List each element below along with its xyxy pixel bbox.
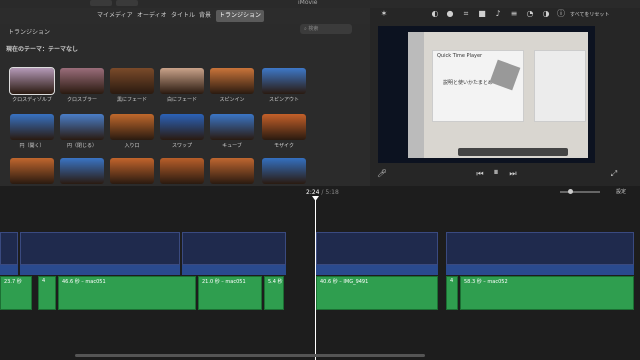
audio-clip-label: 46.6 秒 – mac051 <box>62 279 106 285</box>
video-clip[interactable] <box>446 232 634 265</box>
clip-bar <box>446 265 634 275</box>
slide-page: Quick Time Player 説明と使いかたまとめ <box>432 50 524 122</box>
crop-icon[interactable]: ⌗ <box>462 10 470 18</box>
slide-title: Quick Time Player <box>437 53 483 59</box>
transition-thumbnail[interactable] <box>210 158 254 184</box>
audio-clip[interactable]: 4 <box>446 276 458 310</box>
audio-clip[interactable]: 58.3 秒 – mac052 <box>460 276 634 310</box>
microphone-icon[interactable]: 🎤︎ <box>377 170 387 178</box>
stabilization-icon[interactable]: ■ <box>478 10 486 18</box>
skip-forward-icon[interactable]: ⏭︎ <box>509 170 517 178</box>
inspector-panel <box>534 50 586 122</box>
transition-thumbnail[interactable] <box>60 158 104 184</box>
theme-label: 現在のテーマ：テーマなし <box>6 46 79 53</box>
color-balance-icon[interactable]: ◐ <box>431 10 439 18</box>
transition-label: スピンイン <box>219 97 245 103</box>
transition-label: モザイク <box>274 143 294 149</box>
transition-thumbnail[interactable] <box>262 68 306 94</box>
current-time: 2:24 <box>306 189 320 196</box>
tab-audio[interactable]: オーディオ <box>134 10 170 22</box>
audio-clip[interactable]: 4 <box>38 276 56 310</box>
video-preview: Quick Time Player 説明と使いかたまとめ <box>378 26 595 163</box>
audio-clip[interactable]: 23.7 秒 <box>0 276 32 310</box>
transition-thumbnail[interactable] <box>110 114 154 140</box>
video-clip[interactable] <box>20 232 180 265</box>
slide-text: 説明と使いかたまとめ <box>443 80 493 86</box>
volume-icon[interactable]: ♪ <box>494 10 502 18</box>
transition-thumbnail[interactable] <box>10 158 54 184</box>
search-placeholder: 検索 <box>308 26 319 32</box>
video-clip[interactable] <box>316 232 438 265</box>
playhead[interactable] <box>315 198 316 360</box>
media-tabs: マイメディア オーディオ タイトル 背景 トランジション <box>0 8 370 25</box>
laptop-image <box>489 59 521 91</box>
transition-thumbnail[interactable] <box>110 68 154 94</box>
audio-clip[interactable]: 21.0 秒 – mac051 <box>198 276 262 310</box>
transition-thumbnail[interactable] <box>60 68 104 94</box>
tab-backgrounds[interactable]: 背景 <box>196 10 214 22</box>
reset-all-button[interactable]: すべてをリセット <box>570 11 609 18</box>
audio-clip[interactable]: 40.6 秒 – IMG_9491 <box>316 276 438 310</box>
zoom-slider-knob[interactable] <box>568 189 573 194</box>
info-icon[interactable]: ⓘ <box>557 10 565 18</box>
transition-thumbnail[interactable] <box>160 68 204 94</box>
transition-thumbnail[interactable] <box>160 114 204 140</box>
toolbar-button[interactable] <box>116 0 138 6</box>
audio-clip-label: 5.4 秒 <box>268 279 283 285</box>
transition-label: キューブ <box>222 143 242 149</box>
transition-thumbnail[interactable] <box>110 158 154 184</box>
transition-thumbnail[interactable] <box>10 114 54 140</box>
tab-titles[interactable]: タイトル <box>168 10 198 22</box>
window-titlebar: iMovie <box>0 0 640 8</box>
skip-back-icon[interactable]: ⏮︎ <box>476 170 484 178</box>
transition-thumbnail[interactable] <box>262 114 306 140</box>
search-field[interactable]: ⌕ 検索 <box>300 24 352 34</box>
filter-icon[interactable]: ◑ <box>542 10 550 18</box>
transition-thumbnail[interactable] <box>210 68 254 94</box>
audio-clip-label: 40.6 秒 – IMG_9491 <box>320 279 369 285</box>
screen-recording: Quick Time Player 説明と使いかたまとめ <box>408 32 588 158</box>
transition-thumbnail[interactable] <box>210 114 254 140</box>
settings-button[interactable]: 設定 <box>616 188 626 195</box>
zoom-slider[interactable] <box>560 189 600 194</box>
tab-transitions[interactable]: トランジション <box>216 10 265 22</box>
transition-thumbnail[interactable] <box>60 114 104 140</box>
pause-icon[interactable]: ⏸︎ <box>492 168 500 178</box>
transition-thumbnail[interactable] <box>160 158 204 184</box>
section-title: トランジション <box>8 29 51 36</box>
audio-clip-label: 4 <box>450 278 454 284</box>
audio-clip-label: 4 <box>42 278 46 284</box>
fullscreen-icon[interactable]: ⤢ <box>610 170 618 178</box>
transition-label: スピンアウト <box>268 97 299 103</box>
audio-clip-label: 23.7 秒 <box>4 279 22 285</box>
audio-clip-label: 21.0 秒 – mac051 <box>202 279 246 285</box>
clip-bar <box>0 265 18 275</box>
color-correction-icon[interactable]: ● <box>446 10 454 18</box>
window-title: iMovie <box>298 0 318 6</box>
search-icon: ⌕ <box>304 26 307 32</box>
magic-wand-icon[interactable]: ✶ <box>380 10 388 18</box>
timeline-scrollbar[interactable] <box>75 354 425 357</box>
slide-sidebar <box>408 32 424 158</box>
audio-clip-label: 58.3 秒 – mac052 <box>464 279 508 285</box>
audio-clip[interactable]: 5.4 秒 <box>264 276 284 310</box>
noise-reduction-icon[interactable]: ≡ <box>510 10 518 18</box>
transition-thumbnail[interactable] <box>262 158 306 184</box>
tab-my-media[interactable]: マイメディア <box>94 10 136 22</box>
clip-bar <box>20 265 180 275</box>
video-clip[interactable] <box>182 232 286 265</box>
total-time: 5:18 <box>325 189 339 196</box>
audio-clip[interactable]: 46.6 秒 – mac051 <box>58 276 196 310</box>
toolbar-button[interactable] <box>90 0 112 6</box>
transition-thumbnail[interactable] <box>9 67 55 95</box>
video-clip[interactable] <box>0 232 18 265</box>
timecode: 2:24 / 5:18 <box>306 189 339 196</box>
clip-bar <box>182 265 286 275</box>
clip-bar <box>316 265 438 275</box>
dock <box>458 148 568 156</box>
speed-icon[interactable]: ◔ <box>526 10 534 18</box>
